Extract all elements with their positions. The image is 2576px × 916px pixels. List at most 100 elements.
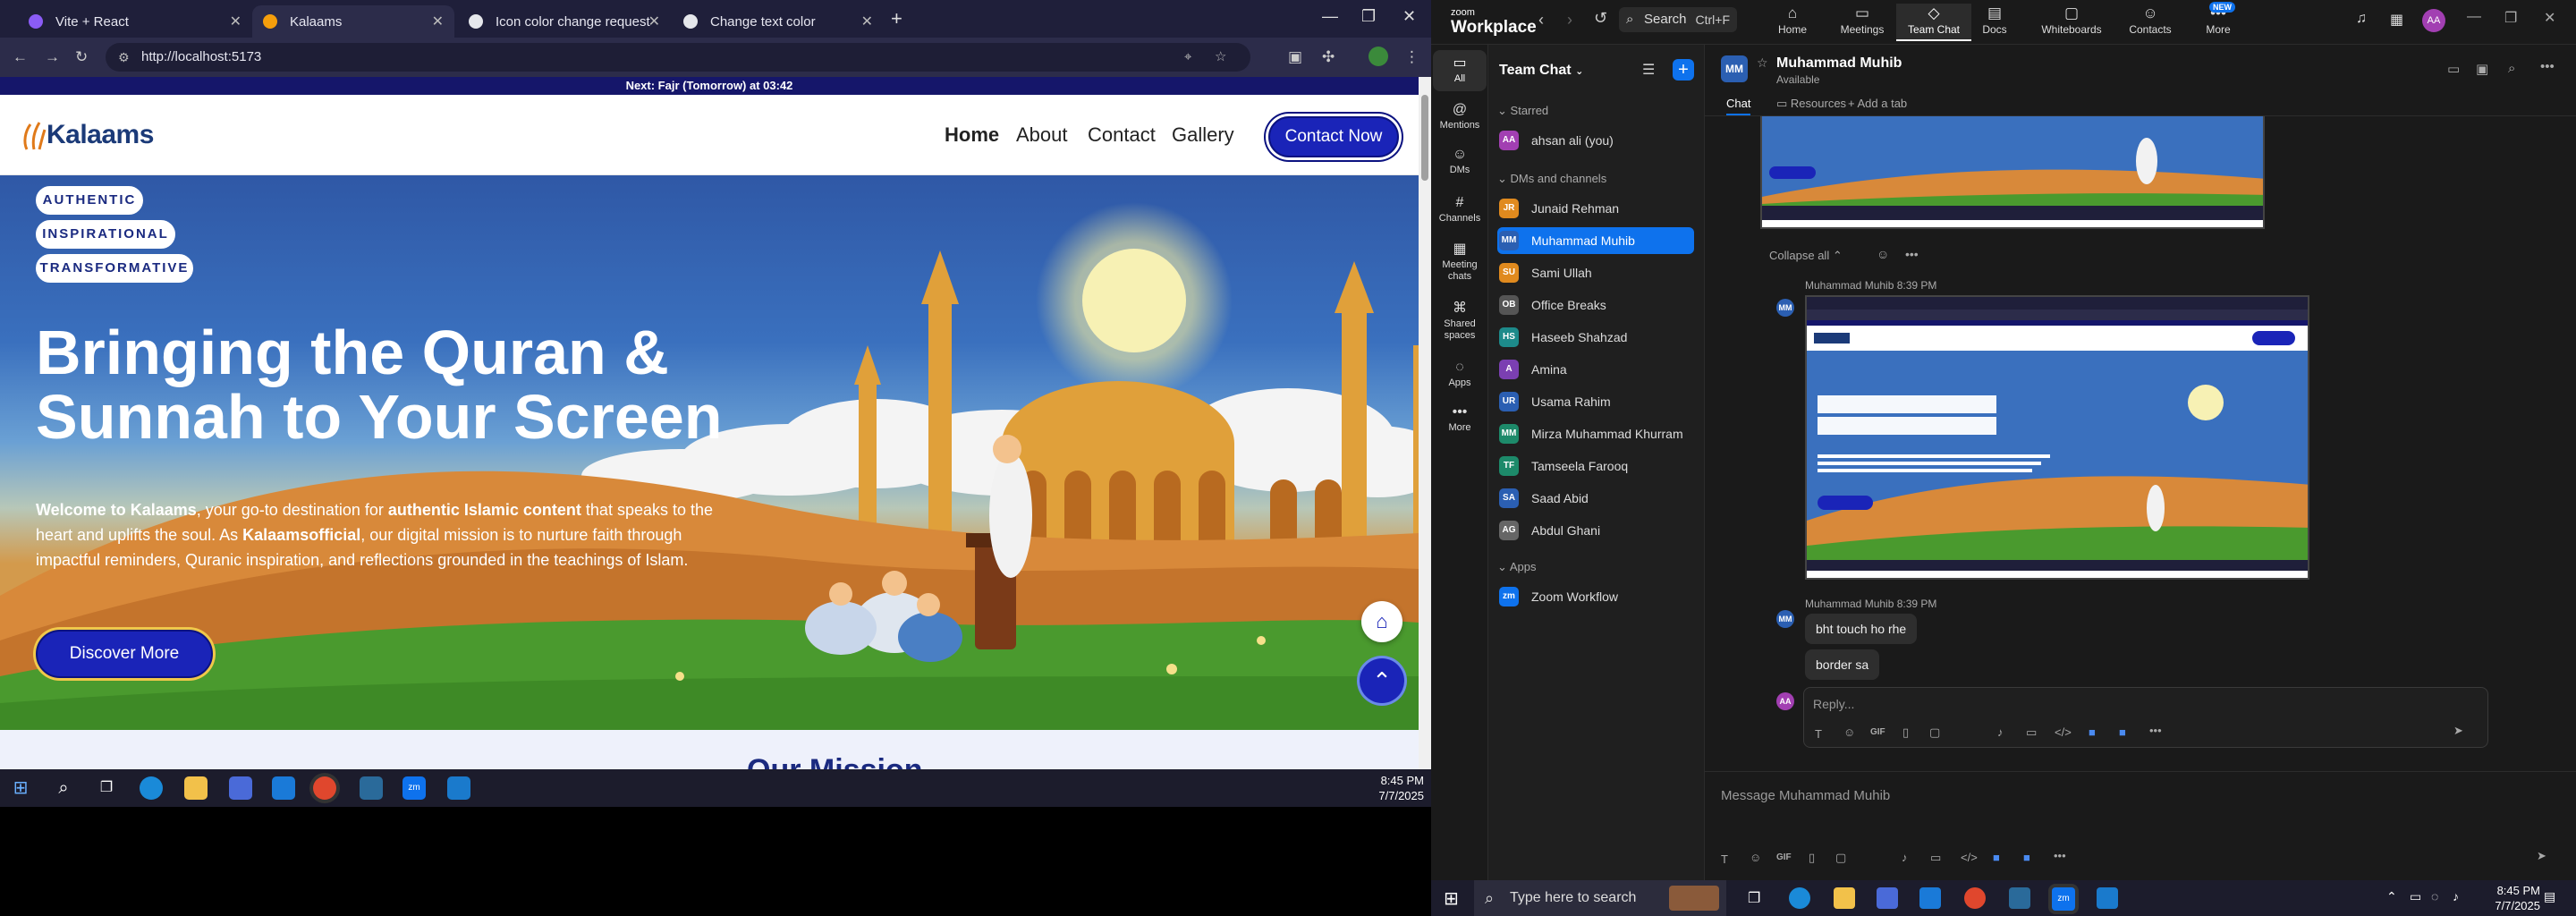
forward-icon[interactable]: →: [45, 48, 60, 66]
rail-dms[interactable]: ☺ DMs: [1433, 145, 1487, 176]
rail-channels[interactable]: # Channels: [1433, 193, 1487, 225]
reload-icon[interactable]: ↻: [75, 48, 88, 66]
file-explorer-icon[interactable]: [1834, 887, 1855, 909]
tab-kalaams[interactable]: Kalaams ✕: [252, 5, 454, 38]
chrome-taskbar-icon[interactable]: [313, 776, 336, 800]
close-tab-icon[interactable]: ✕: [648, 13, 660, 30]
tab-change-text-color[interactable]: Change text color ✕: [673, 5, 884, 38]
vscode-icon[interactable]: [2097, 887, 2118, 909]
video-icon[interactable]: ▭: [2026, 725, 2037, 740]
location-icon[interactable]: ⌖: [1184, 43, 1191, 72]
code-icon[interactable]: </>: [1961, 851, 1978, 864]
extension-icon[interactable]: ▣: [1288, 48, 1302, 66]
filter-icon[interactable]: ☰: [1642, 61, 1655, 79]
zoom-search[interactable]: ⌕ Search Ctrl+F: [1619, 7, 1737, 32]
nav-gallery[interactable]: Gallery: [1172, 123, 1234, 147]
chat-item[interactable]: UR Usama Rahim: [1497, 388, 1694, 415]
address-bar[interactable]: ⚙ http://localhost:5173 ☆ ⌖: [106, 43, 1250, 72]
chrome-menu-icon[interactable]: ⋮: [1404, 48, 1419, 66]
shared-screenshot-image[interactable]: [1760, 116, 2265, 229]
text-format-icon[interactable]: T: [1815, 727, 1822, 741]
tab-add[interactable]: + Add a tab: [1848, 97, 1907, 110]
vscode-icon[interactable]: [447, 776, 470, 800]
rail-mentions[interactable]: @ Mentions: [1433, 100, 1487, 131]
maximize-icon[interactable]: ❐: [1361, 7, 1376, 26]
more-dots-icon[interactable]: •••: [2054, 849, 2066, 862]
emoji-icon[interactable]: ☺: [1750, 851, 1761, 864]
top-nav-home[interactable]: ⌂ Home: [1755, 4, 1830, 41]
chat-item[interactable]: SU Sami Ullah: [1497, 259, 1694, 286]
battery-icon[interactable]: ▭: [2410, 889, 2421, 904]
chat-widget-button[interactable]: ⌂: [1361, 601, 1402, 642]
user-avatar[interactable]: AA: [2422, 9, 2445, 32]
close-tab-icon[interactable]: ✕: [230, 13, 242, 30]
chat-item[interactable]: MM Mirza Muhammad Khurram: [1497, 420, 1694, 447]
discover-more-button[interactable]: Discover More: [36, 630, 213, 678]
gif-icon[interactable]: GIF: [1870, 727, 1885, 737]
message-bubble[interactable]: border sa: [1805, 649, 1880, 680]
video-call-icon[interactable]: ▭: [2447, 61, 2460, 77]
file-icon[interactable]: ▯: [1902, 725, 1909, 740]
bookmark-star-icon[interactable]: ☆: [1215, 43, 1226, 72]
mail-icon[interactable]: [1919, 887, 1941, 909]
chat-item[interactable]: TF Tamseela Farooq: [1497, 453, 1694, 479]
right-clock[interactable]: 8:45 PM 7/7/2025: [2495, 883, 2540, 913]
chat-item[interactable]: AG Abdul Ghani: [1497, 517, 1694, 544]
top-nav-meetings[interactable]: ▭ Meetings: [1825, 4, 1900, 41]
mail-icon[interactable]: [272, 776, 295, 800]
send-icon[interactable]: ➤: [2453, 724, 2463, 738]
new-tab-icon[interactable]: +: [891, 7, 902, 30]
zoom-taskbar-icon[interactable]: zm: [402, 776, 426, 800]
send-icon[interactable]: ➤: [2537, 849, 2546, 863]
more-dots-icon[interactable]: •••: [2149, 724, 2162, 737]
screen-share-icon[interactable]: ▣: [2476, 61, 2488, 77]
network-icon[interactable]: ◌: [2431, 889, 2438, 903]
back-icon[interactable]: ‹: [1538, 11, 1544, 30]
app-icon[interactable]: [2009, 887, 2030, 909]
shared-screenshot-image[interactable]: [1805, 295, 2309, 580]
close-tab-icon[interactable]: ✕: [861, 13, 873, 30]
volume-icon[interactable]: ♪: [2453, 889, 2459, 903]
task-view-icon[interactable]: ❐: [1748, 889, 1760, 907]
edge-icon[interactable]: [1789, 887, 1810, 909]
rail-more[interactable]: ••• More: [1433, 403, 1487, 434]
text-format-icon[interactable]: T: [1721, 852, 1728, 866]
close-window-icon[interactable]: ✕: [2544, 9, 2555, 27]
bell-icon[interactable]: ♫: [2356, 11, 2367, 27]
chat-item-selected[interactable]: MM Muhammad Muhib: [1497, 227, 1694, 254]
chrome-taskbar-icon[interactable]: [1964, 887, 1986, 909]
nav-home[interactable]: Home: [945, 123, 999, 147]
tray-chevron-up-icon[interactable]: ⌃: [2386, 889, 2397, 904]
chat-avatar[interactable]: MM: [1721, 55, 1748, 82]
compose-plus-button[interactable]: +: [1673, 59, 1694, 81]
kalaams-logo[interactable]: Kalaams: [21, 114, 154, 156]
extensions-puzzle-icon[interactable]: ✣: [1322, 48, 1335, 66]
chat-contact-name[interactable]: Muhammad Muhib: [1776, 55, 1902, 72]
star-icon[interactable]: ☆: [1757, 55, 1768, 71]
nav-about[interactable]: About: [1016, 123, 1068, 147]
chat-item[interactable]: JR Junaid Rehman: [1497, 195, 1694, 222]
store-icon[interactable]: [229, 776, 252, 800]
chat-item[interactable]: OB Office Breaks: [1497, 292, 1694, 318]
windows-start-icon[interactable]: ⊞: [1444, 887, 1459, 910]
chat-item[interactable]: A Amina: [1497, 356, 1694, 383]
emoji-icon[interactable]: ☺: [1843, 725, 1855, 739]
reply-box[interactable]: Reply... T ☺ GIF ▯ ▢ ♪ ▭ </> ■ ■ ••• ➤: [1803, 687, 2488, 748]
more-dots-icon[interactable]: •••: [2540, 59, 2555, 74]
top-nav-docs[interactable]: ▤ Docs: [1957, 4, 2032, 41]
task-view-icon[interactable]: ❐: [95, 776, 118, 800]
rail-meeting-chats[interactable]: ▦ Meeting chats: [1433, 240, 1487, 283]
message-bubble[interactable]: bht touch ho rhe: [1805, 614, 1918, 644]
sidebar-title[interactable]: Team Chat ⌄: [1499, 63, 1583, 79]
mic-icon[interactable]: ♪: [1902, 851, 1908, 864]
edge-icon[interactable]: [140, 776, 163, 800]
windows-start-icon[interactable]: ⊞: [9, 776, 32, 800]
scroll-to-top-button[interactable]: ⌃: [1360, 658, 1404, 703]
chat-item[interactable]: AA ahsan ali (you): [1497, 127, 1694, 154]
back-icon[interactable]: ←: [13, 48, 28, 66]
collapse-all-button[interactable]: Collapse all ⌃: [1769, 249, 1843, 263]
search-icon[interactable]: ⌕: [52, 776, 75, 800]
app-icon[interactable]: ■: [1993, 851, 2000, 864]
minimize-icon[interactable]: —: [2467, 9, 2481, 25]
message-composer[interactable]: Message Muhammad Muhib T ☺ GIF ▯ ▢ ♪ ▭ <…: [1705, 771, 2576, 880]
